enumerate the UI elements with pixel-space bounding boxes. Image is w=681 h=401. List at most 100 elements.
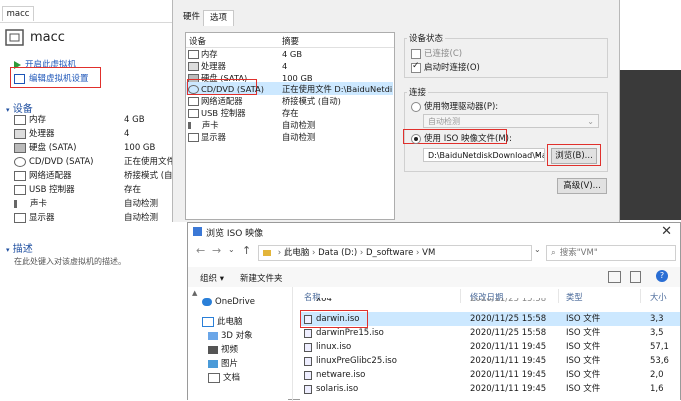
file-row[interactable]: solaris.iso 2020/11/11 19:45 ISO 文件 1,6 xyxy=(300,382,680,396)
file-date: 2020/11/11 19:45 xyxy=(470,342,547,352)
connect-on-start-checkbox[interactable]: 启动时连接(O) xyxy=(411,61,480,73)
physical-drive-label: 使用物理驱动器(P): xyxy=(424,102,499,112)
row-summary: 正在使用文件 D:\BaiduNetdis... xyxy=(282,84,392,94)
table-row-cd-selected[interactable]: CD/DVD (SATA) xyxy=(188,83,264,95)
pane-splitter[interactable] xyxy=(292,287,293,401)
file-date: 2020/11/11 19:45 xyxy=(470,370,547,380)
nav-label: 此电脑 xyxy=(217,317,243,327)
device-row-disk[interactable]: 硬盘 (SATA) xyxy=(14,141,76,155)
settings-tabs: 硬件 选项 xyxy=(173,10,619,26)
vm-tab[interactable]: macc xyxy=(2,6,34,21)
breadcrumb-item[interactable]: Data (D:) xyxy=(318,248,357,258)
file-row[interactable]: netware.iso 2020/11/11 19:45 ISO 文件 2,0 xyxy=(300,368,680,382)
nav-item-onedrive[interactable]: OneDrive xyxy=(202,295,255,309)
file-row[interactable]: linuxPreGlibc25.iso 2020/11/11 19:45 ISO… xyxy=(300,354,680,368)
nav-item-pictures[interactable]: 图片 xyxy=(208,357,238,371)
connected-checkbox[interactable]: 已连接(C) xyxy=(411,47,462,59)
file-name: darwinPre15.iso xyxy=(316,328,384,338)
table-row[interactable]: 处理器 xyxy=(188,60,226,72)
table-row[interactable]: 网络适配器 xyxy=(188,95,243,107)
table-row[interactable]: USB 控制器 xyxy=(188,107,246,119)
vm-settings-dialog: 硬件 选项 设备 摘要 内存 4 GB 处理器 4 硬盘 (SATA) 100 … xyxy=(172,0,620,222)
organize-button[interactable]: 组织 ▾ xyxy=(200,272,224,284)
row-summary: 桥接模式 (自动) xyxy=(282,96,341,106)
table-row[interactable]: 内存 xyxy=(188,48,218,60)
description-text[interactable]: 在此处键入对该虚拟机的描述。 xyxy=(14,256,126,267)
browse-button[interactable]: 浏览(B)... xyxy=(551,148,597,164)
edit-vm-settings-link[interactable]: 编辑虚拟机设置 xyxy=(14,72,89,84)
tab-options[interactable]: 选项 xyxy=(203,10,235,26)
physical-drive-radio[interactable]: 使用物理驱动器(P): xyxy=(411,100,498,112)
view-options-icon[interactable] xyxy=(608,271,621,283)
nav-item-videos[interactable]: 视频 xyxy=(208,343,238,357)
row-device: 显示器 xyxy=(201,132,226,142)
table-row[interactable]: 显示器 xyxy=(188,131,226,143)
row-summary: 4 xyxy=(282,61,288,71)
file-type: ISO 文件 xyxy=(566,370,601,380)
dialog-titlebar: 浏览 ISO 映像 ✕ xyxy=(188,223,680,241)
up-arrow-icon[interactable]: ↑ xyxy=(242,244,251,257)
file-row-partial[interactable]: x64 2020/11/25 15:58 xyxy=(300,298,680,306)
search-input[interactable]: ⌕ 搜索"VM" xyxy=(546,245,676,261)
forward-arrow-icon[interactable]: → xyxy=(212,244,221,257)
device-name: 硬盘 (SATA) xyxy=(29,143,77,153)
iso-path-combobox[interactable]: D:\BaiduNetdiskDownload\Mac xyxy=(423,148,545,162)
use-iso-label: 使用 ISO 映像文件(M): xyxy=(424,134,512,144)
address-dropdown-icon[interactable]: ⌄ xyxy=(534,245,541,254)
address-bar[interactable]: › 此电脑 › Data (D:) › D_software › VM xyxy=(258,245,532,261)
device-row-cd[interactable]: CD/DVD (SATA) xyxy=(14,155,94,169)
device-row-memory[interactable]: 内存 xyxy=(14,113,46,127)
file-type: ISO 文件 xyxy=(566,356,601,366)
dialog-title: 浏览 ISO 映像 xyxy=(206,229,264,239)
file-date: 2020/11/25 15:58 xyxy=(470,314,547,324)
nav-item-3d[interactable]: 3D 对象 xyxy=(208,329,253,343)
iso-file-icon xyxy=(304,343,312,352)
folder-icon xyxy=(263,249,271,256)
file-type: ISO 文件 xyxy=(566,384,601,394)
device-name: 显示器 xyxy=(29,213,55,223)
breadcrumb-item[interactable]: 此电脑 xyxy=(284,248,310,258)
device-row-usb[interactable]: USB 控制器 xyxy=(14,183,75,197)
dialog-toolbar: 组织 ▾ 新建文件夹 ? xyxy=(188,267,680,287)
recent-chevron-icon[interactable]: ⌄ xyxy=(228,245,235,254)
vm-name-title: macc xyxy=(30,30,65,45)
file-date: 2020/11/11 19:45 xyxy=(470,356,547,366)
device-row-display[interactable]: 显示器 xyxy=(14,211,55,225)
search-placeholder: 搜索"VM" xyxy=(559,248,598,258)
table-row[interactable]: 声卡 xyxy=(188,119,219,131)
device-value: 存在 xyxy=(124,185,142,195)
scroll-up-icon[interactable]: ▲ xyxy=(192,289,197,297)
device-name: 内存 xyxy=(29,115,47,125)
preview-pane-icon[interactable] xyxy=(630,271,641,283)
advanced-button[interactable]: 高级(V)... xyxy=(557,178,607,194)
file-type: ISO 文件 xyxy=(566,328,601,338)
nav-item-documents[interactable]: 文档 xyxy=(208,371,240,385)
network-icon xyxy=(14,170,26,181)
iso-path-value: D:\BaiduNetdiskDownload\Mac xyxy=(428,151,545,160)
file-size: 2,0 xyxy=(650,370,664,380)
physical-drive-select[interactable]: 自动检测 ⌄ xyxy=(423,114,599,128)
close-icon[interactable]: ✕ xyxy=(661,224,672,239)
column-header-summary[interactable]: 摘要 xyxy=(282,35,299,47)
description-section-header[interactable]: ▾ 描述 xyxy=(6,240,33,255)
device-row-cpu[interactable]: 处理器 xyxy=(14,127,55,141)
tab-hardware[interactable]: 硬件 xyxy=(177,10,206,25)
file-size: 3,3 xyxy=(650,314,664,324)
device-row-network[interactable]: 网络适配器 xyxy=(14,169,72,183)
back-arrow-icon[interactable]: ← xyxy=(196,244,205,257)
breadcrumb-item[interactable]: VM xyxy=(422,248,435,258)
sound-icon xyxy=(188,122,200,129)
file-row[interactable]: darwinPre15.iso 2020/11/25 15:58 ISO 文件 … xyxy=(300,326,680,340)
column-header-device[interactable]: 设备 xyxy=(189,35,206,47)
chevron-down-icon[interactable]: ⌄ xyxy=(534,149,541,158)
row-device: 处理器 xyxy=(201,61,226,71)
file-name: solaris.iso xyxy=(316,384,359,394)
breadcrumb-item[interactable]: D_software xyxy=(366,248,413,258)
new-folder-button[interactable]: 新建文件夹 xyxy=(240,272,283,284)
device-row-sound[interactable]: 声卡 xyxy=(14,197,47,211)
help-icon[interactable]: ? xyxy=(656,270,668,282)
file-date: 2020/11/25 15:58 xyxy=(470,298,547,304)
file-row[interactable]: linux.iso 2020/11/11 19:45 ISO 文件 57,1 xyxy=(300,340,680,354)
use-iso-radio[interactable]: 使用 ISO 映像文件(M): xyxy=(411,132,512,144)
nav-item-this-pc[interactable]: 此电脑 xyxy=(202,315,243,329)
